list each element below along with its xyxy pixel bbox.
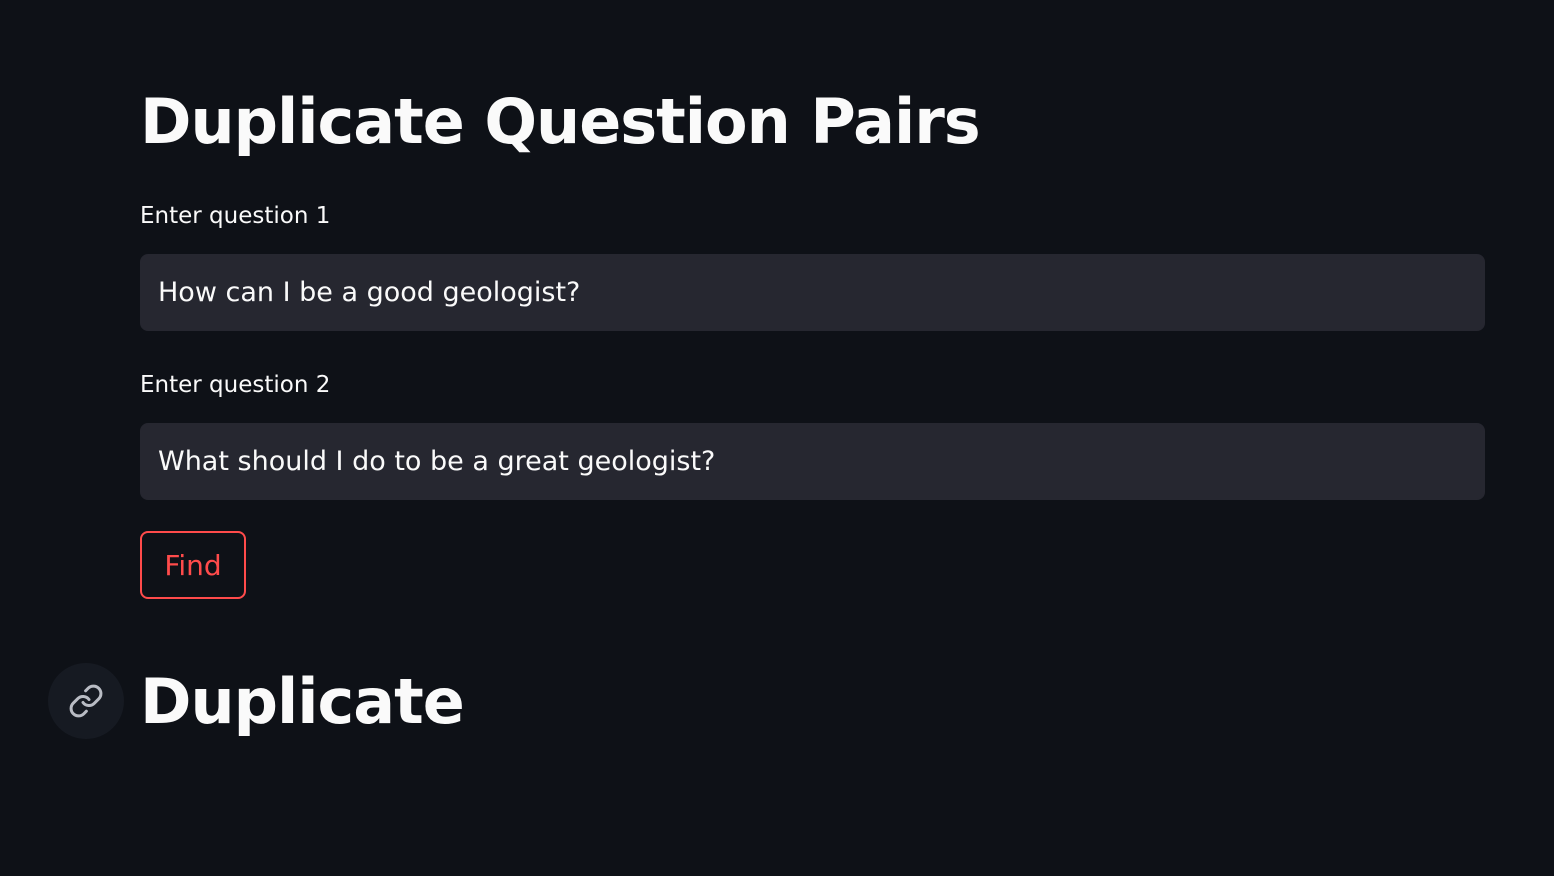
question-2-input[interactable]: [140, 423, 1485, 500]
find-button[interactable]: Find: [140, 531, 246, 599]
question-1-label: Enter question 1: [140, 203, 331, 229]
question-2-label: Enter question 2: [140, 372, 331, 398]
heading-anchor-link[interactable]: [48, 663, 124, 739]
link-icon: [68, 683, 104, 719]
app-root: Duplicate Question Pairs Enter question …: [0, 0, 1554, 876]
page-title: Duplicate Question Pairs: [140, 85, 981, 158]
question-1-input[interactable]: [140, 254, 1485, 331]
result-heading: Duplicate: [140, 665, 465, 738]
